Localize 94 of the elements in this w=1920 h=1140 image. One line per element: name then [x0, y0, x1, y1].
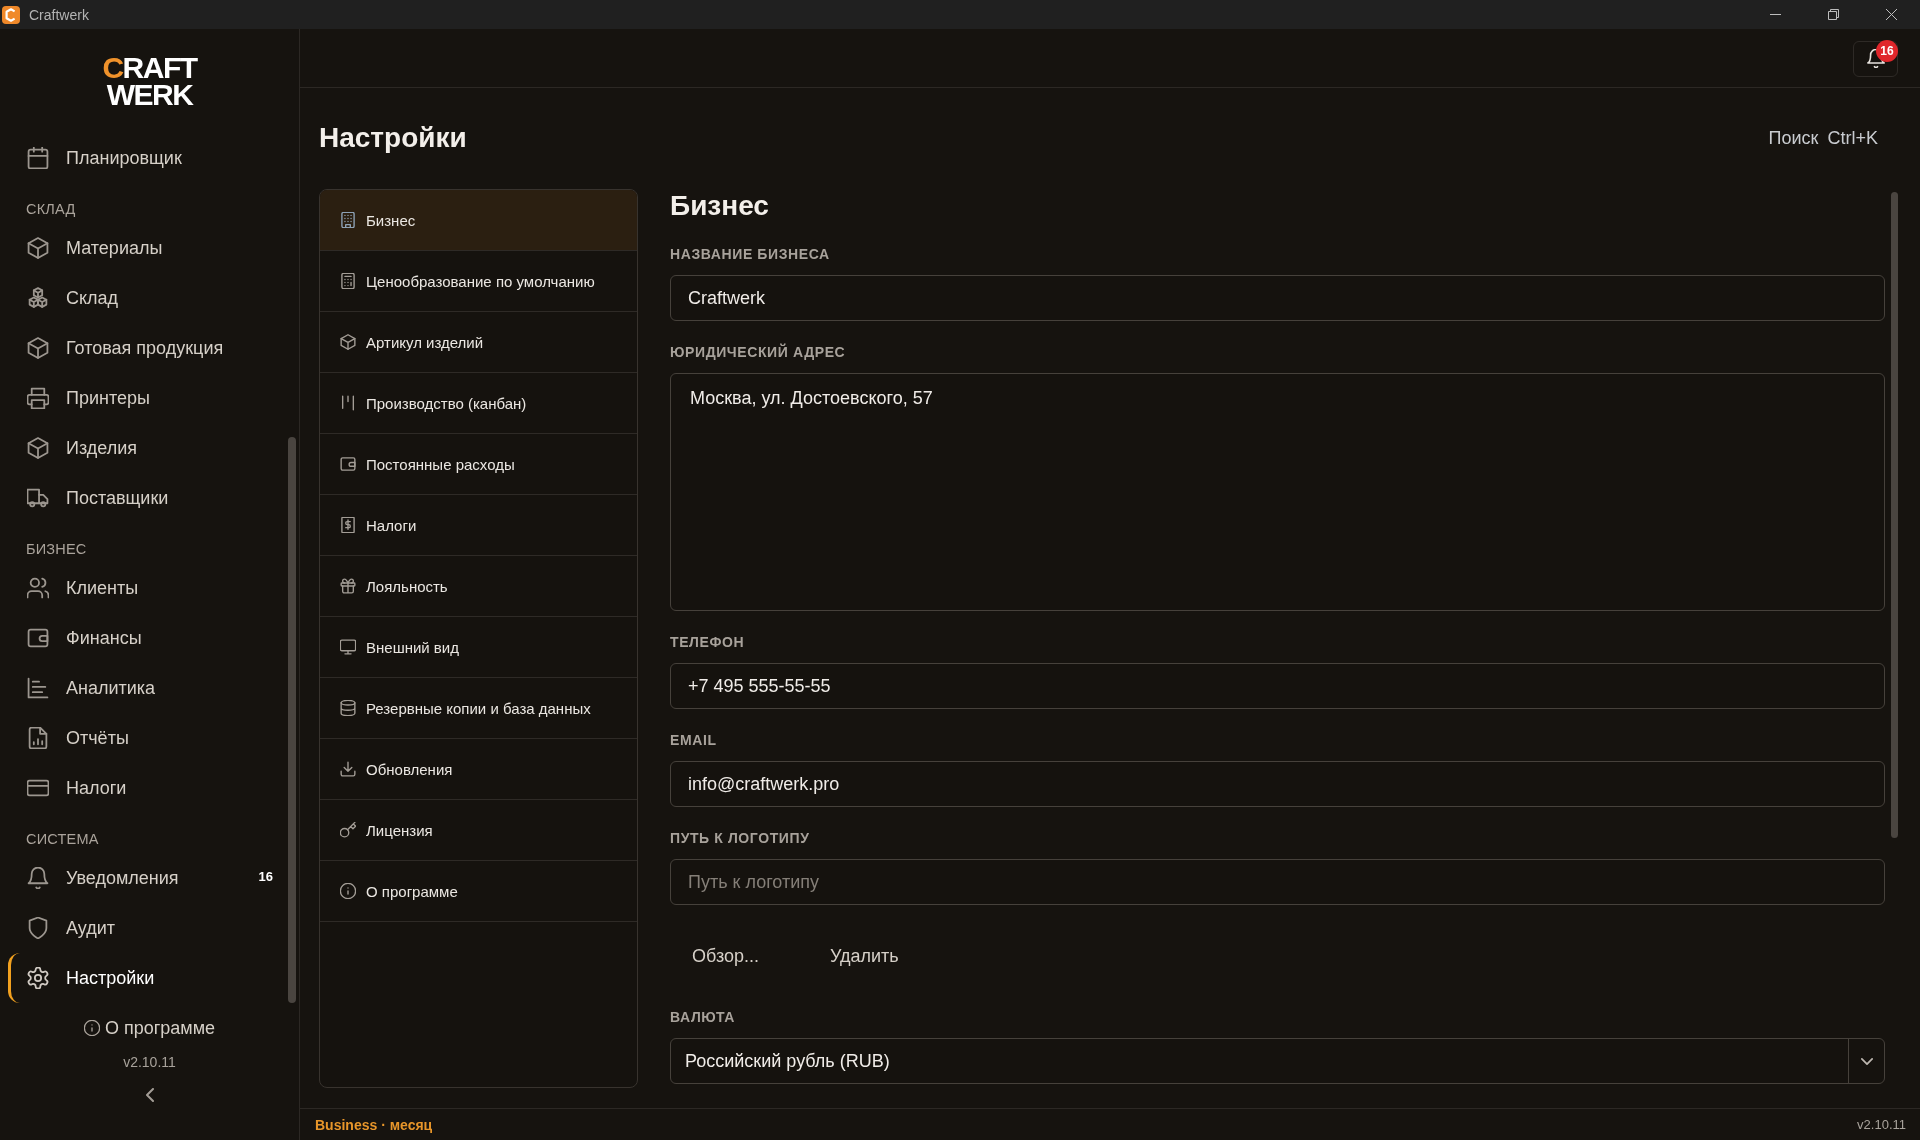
text-area[interactable]: Москва, ул. Достоевского, 57 — [670, 373, 1885, 611]
boxes-icon — [27, 287, 49, 309]
field-label: ТЕЛЕФОН — [670, 634, 746, 651]
users-icon — [27, 577, 49, 599]
wallet-icon — [340, 456, 356, 472]
notification-count: 16 — [258, 868, 273, 884]
close-icon — [1885, 9, 1897, 20]
sidebar-item[interactable]: Настройки — [8, 953, 283, 1003]
collapse-sidebar-button[interactable] — [145, 1088, 154, 1102]
version-label: v2.10.11 — [123, 1054, 176, 1071]
calendar-icon — [27, 147, 49, 169]
sidebar-item[interactable]: Склад — [8, 273, 283, 323]
sidebar-item[interactable]: Аудит — [8, 903, 283, 953]
scrollbar-thumb[interactable] — [288, 437, 296, 1003]
window-title: Craftwerk — [29, 6, 89, 23]
sidebar-item[interactable]: Поставщики — [8, 473, 283, 523]
page-title: Настройки — [319, 121, 467, 155]
settings-nav-item[interactable]: Обновления — [320, 739, 637, 800]
bell-icon — [27, 867, 49, 889]
sidebar-item[interactable]: Аналитика — [8, 663, 283, 713]
section-heading: БИЗНЕС — [25, 540, 88, 559]
sidebar-item[interactable]: Изделия — [8, 423, 283, 473]
chevron-left-icon — [145, 1088, 154, 1102]
plan-label: Business · месяц — [315, 1116, 433, 1133]
hexagon-logo-icon — [2, 5, 20, 24]
input-field[interactable]: +7 495 555-55-55 — [670, 663, 1885, 709]
gift-icon — [340, 578, 356, 594]
settings-nav-item[interactable]: Производство (канбан) — [320, 373, 637, 434]
credit-card-icon — [27, 777, 49, 799]
select-field[interactable]: Российский рубль (RUB) — [670, 1038, 1885, 1084]
minimize-icon — [1769, 14, 1781, 15]
field-label: ЮРИДИЧЕСКИЙ АДРЕС — [670, 344, 847, 361]
settings-nav-item[interactable]: Внешний вид — [320, 617, 637, 678]
box-icon — [27, 337, 49, 359]
sidebar-item[interactable]: Готовая продукция — [8, 323, 283, 373]
calculator-icon — [340, 273, 356, 289]
field-label: НАЗВАНИЕ БИЗНЕСА — [670, 246, 831, 263]
sidebar-item[interactable]: Уведомления 16 — [8, 853, 283, 903]
download-icon — [340, 761, 356, 777]
settings-icon — [27, 967, 49, 989]
sidebar-item[interactable]: Налоги — [8, 763, 283, 813]
sidebar-item[interactable]: Отчёты — [8, 713, 283, 763]
field-label: ПУТЬ К ЛОГОТИПУ — [670, 830, 811, 847]
settings-nav-item[interactable]: Лояльность — [320, 556, 637, 617]
file-chart-icon — [27, 727, 49, 749]
sidebar-item[interactable]: Клиенты — [8, 563, 283, 613]
truck-icon — [27, 487, 49, 509]
browse-button[interactable]: Обзор... — [670, 933, 781, 979]
version-label: v2.10.11 — [1857, 1117, 1906, 1132]
input-field[interactable]: info@craftwerk.pro — [670, 761, 1885, 807]
section-heading: СКЛАД — [25, 200, 77, 219]
database-icon — [340, 700, 356, 716]
settings-nav-item[interactable]: Лицензия — [320, 800, 637, 861]
logo-wordmark: CRAFT WERK — [102, 55, 197, 108]
input-field[interactable]: Craftwerk — [670, 275, 1885, 321]
section-title: Бизнес — [670, 189, 770, 223]
box-icon — [340, 334, 356, 350]
settings-nav-item[interactable]: Ценообразование по умолчанию — [320, 251, 637, 312]
input-field[interactable]: Путь к логотипу — [670, 859, 1885, 905]
chevron-down-icon — [1860, 1057, 1873, 1065]
settings-nav-item[interactable]: Налоги — [320, 495, 637, 556]
field-label: ВАЛЮТА — [670, 1009, 736, 1026]
shield-icon — [27, 917, 49, 939]
sidebar-item[interactable]: Планировщик — [8, 133, 283, 183]
restore-icon — [1827, 9, 1839, 20]
shortcut-hint: Ctrl+K — [1827, 127, 1878, 149]
columns-icon — [340, 395, 356, 411]
section-heading: СИСТЕМА — [25, 830, 100, 849]
wallet-icon — [27, 627, 49, 649]
receipt-icon — [340, 517, 356, 533]
settings-nav-item[interactable]: Бизнес — [320, 190, 637, 251]
box-icon — [27, 237, 49, 259]
scrollbar-thumb[interactable] — [1891, 192, 1898, 838]
info-icon — [83, 1020, 100, 1036]
delete-button[interactable]: Удалить — [808, 933, 921, 979]
info-icon — [340, 883, 356, 899]
settings-nav-item[interactable]: Резервные копии и база данных — [320, 678, 637, 739]
printer-icon — [27, 387, 49, 409]
notification-badge: 16 — [1876, 39, 1898, 62]
field-label: EMAIL — [670, 732, 718, 749]
settings-nav-item[interactable]: О программе — [320, 861, 637, 922]
box-icon — [27, 437, 49, 459]
search-button[interactable]: Поиск Ctrl+K — [1761, 123, 1885, 153]
settings-nav-item[interactable]: Постоянные расходы — [320, 434, 637, 495]
monitor-icon — [340, 639, 356, 655]
key-icon — [340, 822, 356, 838]
sidebar-item[interactable]: Материалы — [8, 223, 283, 273]
sidebar-item[interactable]: Принтеры — [8, 373, 283, 423]
bar-chart-icon — [27, 677, 49, 699]
about-link[interactable]: О программе — [83, 1016, 216, 1040]
building-icon — [340, 212, 356, 228]
sidebar-item[interactable]: Финансы — [8, 613, 283, 663]
settings-nav-item[interactable]: Артикул изделий — [320, 312, 637, 373]
notifications-button[interactable]: 16 — [1853, 40, 1898, 77]
